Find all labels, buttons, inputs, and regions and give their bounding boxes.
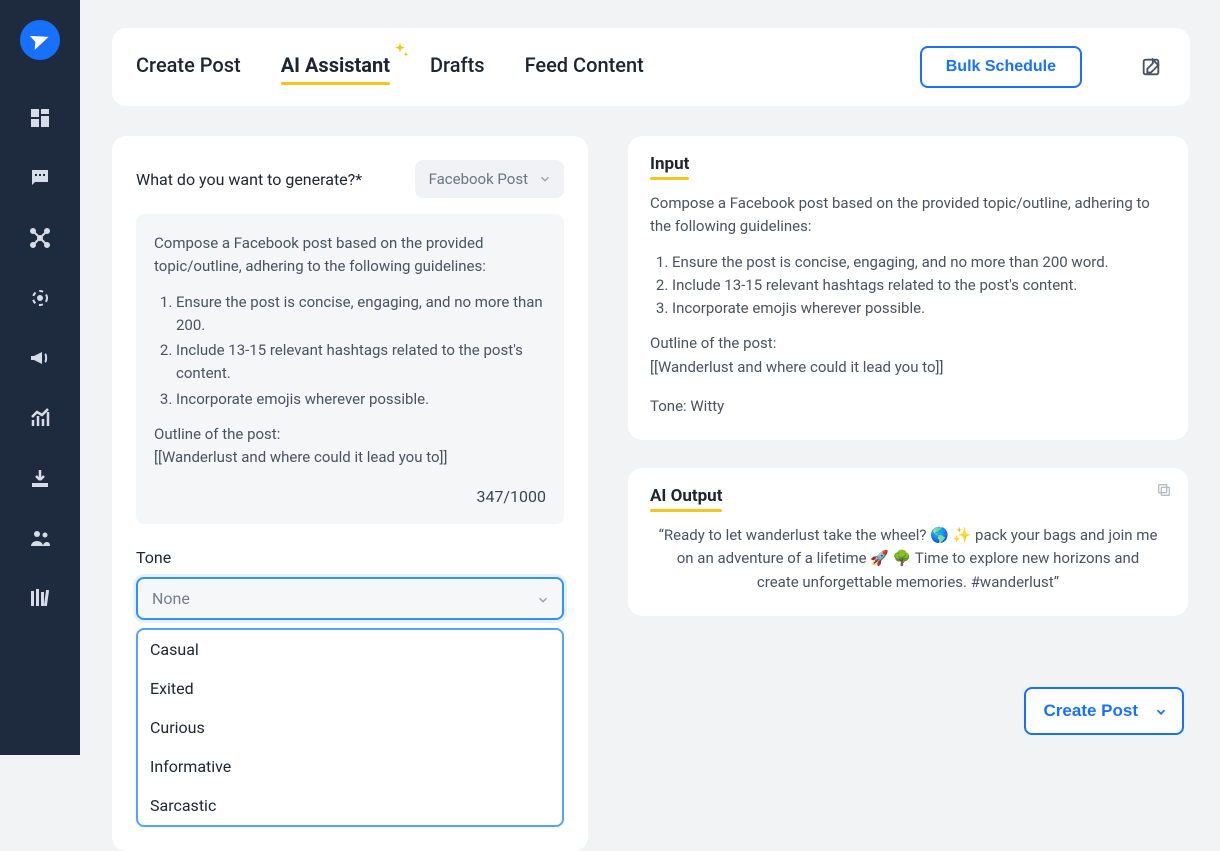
ai-output-text: “Ready to let wanderlust take the wheel?… xyxy=(650,524,1166,594)
network-icon[interactable] xyxy=(26,224,54,252)
prompt-list: Ensure the post is concise, engaging, an… xyxy=(176,291,546,411)
input-card: Input Compose a Facebook post based on t… xyxy=(628,136,1188,440)
input-item: Incorporate emojis wherever possible. xyxy=(672,297,1166,320)
topbar: Create Post AI Assistant Drafts Feed Con… xyxy=(112,28,1190,106)
dashboard-icon[interactable] xyxy=(26,104,54,132)
create-post-label: Create Post xyxy=(1044,701,1138,720)
input-item: Ensure the post is concise, engaging, an… xyxy=(672,251,1166,274)
chevron-down-icon xyxy=(538,172,552,186)
comments-icon[interactable] xyxy=(26,164,54,192)
ai-output-card: AI Output “Ready to let wanderlust take … xyxy=(628,468,1188,616)
download-icon[interactable] xyxy=(26,464,54,492)
input-tone: Tone: Witty xyxy=(650,395,1166,418)
tone-option-informative[interactable]: Informative xyxy=(138,747,562,786)
prompt-item: Incorporate emojis wherever possible. xyxy=(176,388,546,411)
input-outline-value: [[Wanderlust and where could it lead you… xyxy=(650,356,1166,379)
compose-icon[interactable] xyxy=(1136,52,1166,82)
tone-dropdown: Casual Exited Curious Informative Sarcas… xyxy=(136,628,564,827)
chart-icon[interactable] xyxy=(26,404,54,432)
tone-option-exited[interactable]: Exited xyxy=(138,669,562,708)
input-item: Include 13-15 relevant hashtags related … xyxy=(672,274,1166,297)
input-outline-label: Outline of the post: xyxy=(650,332,1166,355)
tab-create-post[interactable]: Create Post xyxy=(136,53,241,81)
tab-ai-assistant[interactable]: AI Assistant xyxy=(281,53,390,81)
tone-option-sarcastic[interactable]: Sarcastic xyxy=(138,786,562,825)
ai-output-title: AI Output xyxy=(650,486,722,510)
library-icon[interactable] xyxy=(26,584,54,612)
chevron-down-icon xyxy=(536,592,550,606)
generate-label: What do you want to generate?* xyxy=(136,170,362,189)
chevron-down-icon xyxy=(1154,704,1168,718)
logo-icon xyxy=(20,20,60,60)
tab-drafts[interactable]: Drafts xyxy=(430,53,485,81)
sidebar xyxy=(0,0,80,755)
tone-option-curious[interactable]: Curious xyxy=(138,708,562,747)
prompt-item: Ensure the post is concise, engaging, an… xyxy=(176,291,546,338)
prompt-outline-value: [[Wanderlust and where could it lead you… xyxy=(154,446,546,469)
post-type-value: Facebook Post xyxy=(429,170,528,188)
prompt-outline-label: Outline of the post: xyxy=(154,423,546,446)
char-count: 347/1000 xyxy=(154,485,546,510)
tab-label: AI Assistant xyxy=(281,53,390,77)
input-list: Ensure the post is concise, engaging, an… xyxy=(672,251,1166,321)
copy-icon[interactable] xyxy=(1156,482,1172,498)
input-intro: Compose a Facebook post based on the pro… xyxy=(650,192,1166,239)
tone-label: Tone xyxy=(136,548,564,567)
bulk-schedule-button[interactable]: Bulk Schedule xyxy=(920,46,1082,88)
prompt-item: Include 13-15 relevant hashtags related … xyxy=(176,339,546,386)
tone-select[interactable]: None xyxy=(136,577,564,620)
tone-value: None xyxy=(152,589,190,608)
users-icon[interactable] xyxy=(26,524,54,552)
prompt-intro: Compose a Facebook post based on the pro… xyxy=(154,232,546,279)
prompt-textarea[interactable]: Compose a Facebook post based on the pro… xyxy=(136,214,564,524)
input-title: Input xyxy=(650,154,689,178)
generator-card: What do you want to generate?* Facebook … xyxy=(112,136,588,851)
megaphone-icon[interactable] xyxy=(26,344,54,372)
sparkle-icon xyxy=(390,41,410,66)
tone-option-casual[interactable]: Casual xyxy=(138,630,562,669)
create-post-button[interactable]: Create Post xyxy=(1024,687,1184,735)
tab-feed-content[interactable]: Feed Content xyxy=(525,53,644,81)
post-type-select[interactable]: Facebook Post xyxy=(415,160,564,198)
target-icon[interactable] xyxy=(26,284,54,312)
